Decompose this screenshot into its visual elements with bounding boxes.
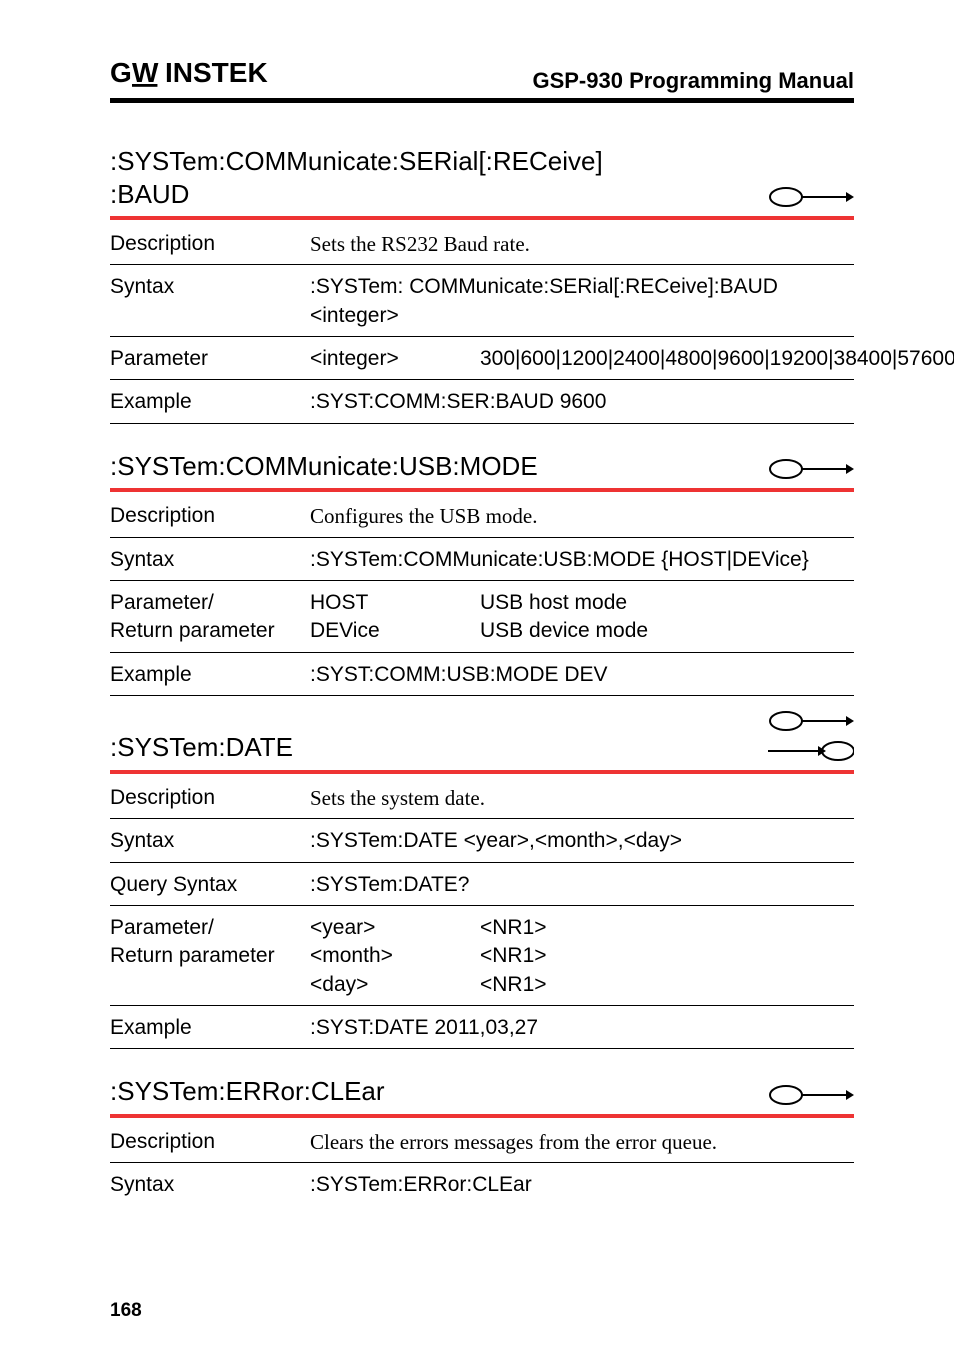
section-title-date: :SYSTem:DATE (110, 710, 854, 770)
set-arrow-icon (768, 1084, 854, 1106)
section-title-error-clear: :SYSTem:ERRor:CLEar (110, 1075, 854, 1114)
row-description: Description Clears the errors messages f… (110, 1120, 854, 1163)
page-header: G W INSTEK GSP-930 Programming Manual (110, 58, 854, 103)
set-arrow-icon (768, 186, 854, 208)
row-syntax: Syntax :SYSTem: COMMunicate:SERial[:RECe… (110, 265, 854, 337)
row-parameter: Parameter/ Return parameter <year> <mont… (110, 906, 854, 1006)
row-description: Description Sets the system date. (110, 776, 854, 819)
row-description: Description Configures the USB mode. (110, 494, 854, 537)
doc-title: GSP-930 Programming Manual (532, 68, 854, 94)
svg-text:G: G (110, 58, 131, 88)
row-syntax: Syntax :SYSTem:COMMunicate:USB:MODE {HOS… (110, 538, 854, 581)
row-example: Example :SYST:DATE 2011,03,27 (110, 1006, 854, 1049)
arrow-set (768, 186, 854, 210)
svg-text:W: W (132, 58, 159, 88)
row-description: Description Sets the RS232 Baud rate. (110, 222, 854, 265)
page-number: 168 (110, 1300, 142, 1322)
section-title-baud: :SYSTem:COMMunicate:SERial[:RECeive] :BA… (110, 145, 854, 216)
row-syntax: Syntax :SYSTem:ERRor:CLEar (110, 1163, 854, 1205)
row-example: Example :SYST:COMM:SER:BAUD 9600 (110, 380, 854, 423)
set-arrow-icon (768, 458, 854, 480)
row-query-syntax: Query Syntax :SYSTem:DATE? (110, 863, 854, 906)
row-example: Example :SYST:COMM:USB:MODE DEV (110, 653, 854, 696)
set-arrow-icon (768, 710, 854, 732)
row-parameter: Parameter/ Return parameter HOST DEVice … (110, 581, 854, 653)
row-parameter: Parameter <integer> 300|600|1200|2400|48… (110, 337, 854, 380)
arrow-set (768, 458, 854, 482)
query-arrow-icon (768, 740, 854, 762)
arrow-set (768, 1084, 854, 1108)
arrow-set (768, 710, 854, 764)
logo: G W INSTEK (110, 58, 290, 88)
row-syntax: Syntax :SYSTem:DATE <year>,<month>,<day> (110, 819, 854, 862)
section-title-usb: :SYSTem:COMMunicate:USB:MODE (110, 450, 854, 489)
svg-text:INSTEK: INSTEK (165, 58, 268, 88)
